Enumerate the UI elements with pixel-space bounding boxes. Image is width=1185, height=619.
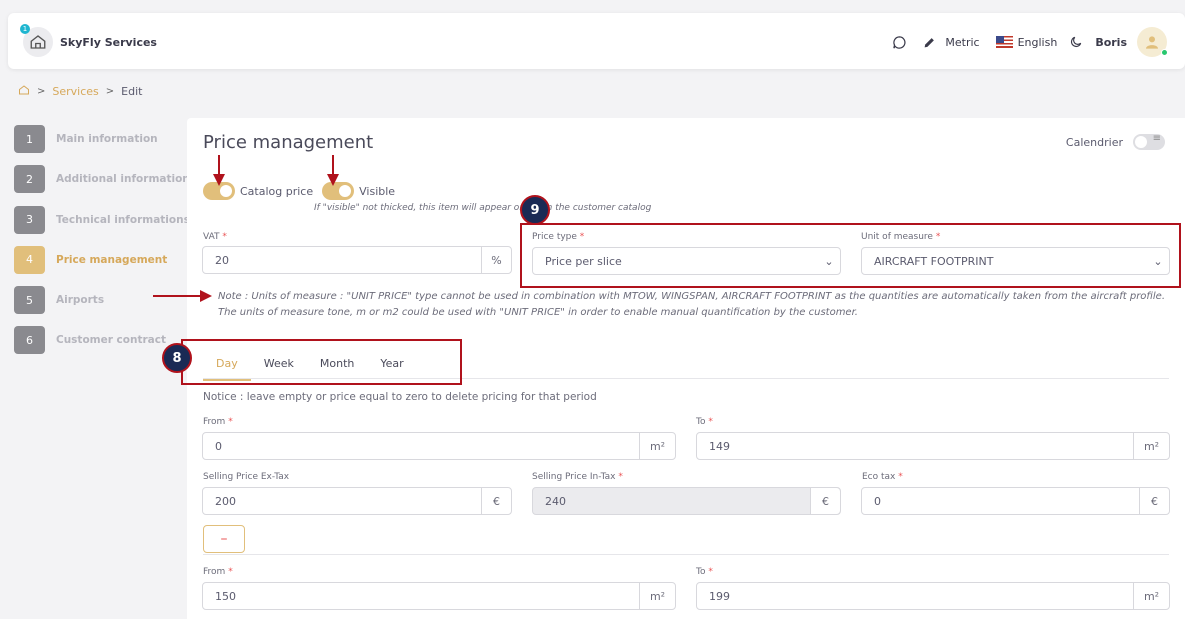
from-label: From * <box>203 417 233 427</box>
step-number: 4 <box>14 245 45 274</box>
eco-tax-field[interactable]: 0 € <box>861 487 1170 515</box>
selling-price-in-tax-value: 240 <box>545 494 566 508</box>
annotation-badge-price-type: 9 <box>520 195 550 225</box>
currency-unit: € <box>810 488 840 514</box>
catalog-price-label: Catalog price <box>240 184 314 198</box>
pricing-notice: Notice : leave empty or price equal to z… <box>203 391 597 403</box>
to-label: To * <box>696 417 713 427</box>
step-price-management[interactable]: 4 Price management <box>14 245 190 275</box>
price-switches: Catalog price Visible <box>203 182 395 200</box>
percent-unit: % <box>481 247 511 273</box>
pencil-icon <box>925 37 935 47</box>
step-airports[interactable]: 5 Airports <box>14 285 190 315</box>
selling-price-ex-tax-field[interactable]: 200 € <box>202 487 512 515</box>
vat-label: VAT * <box>203 232 227 242</box>
area-unit: m² <box>639 583 675 609</box>
to-label-text: To <box>696 567 706 577</box>
eco-tax-label: Eco tax * <box>862 472 903 482</box>
top-bar: 1 SkyFly Services Metric English Boris <box>8 13 1185 69</box>
step-number: 1 <box>14 125 45 153</box>
step-label: Main information <box>56 133 158 145</box>
from-label-text: From <box>203 567 226 577</box>
from-label-text: From <box>203 417 226 427</box>
annotation-box-tabs <box>181 339 462 385</box>
from-field[interactable]: 0 m² <box>202 432 676 460</box>
online-status-dot <box>1161 49 1168 56</box>
step-label: Price management <box>56 253 168 266</box>
currency-unit: € <box>481 488 511 514</box>
step-label: Airports <box>56 294 105 307</box>
eco-tax-value: 0 <box>874 494 881 508</box>
step-number: 5 <box>14 286 45 315</box>
selling-price-in-tax-label: Selling Price In-Tax * <box>532 472 623 482</box>
area-unit: m² <box>1133 583 1169 609</box>
remove-slice-button[interactable]: – <box>203 525 245 553</box>
visible-toggle[interactable] <box>322 182 355 200</box>
units-note: Note : Units of measure : "UNIT PRICE" t… <box>218 291 1165 318</box>
area-unit: m² <box>639 433 675 459</box>
chevron-right-icon: > <box>105 86 115 97</box>
language-selector[interactable]: English <box>995 35 1058 49</box>
vat-label-text: VAT <box>203 232 220 242</box>
top-right-controls: Metric English Boris <box>876 27 1168 57</box>
from-field[interactable]: 150 m² <box>202 582 676 610</box>
breadcrumb: > Services > Edit <box>18 84 142 99</box>
step-label: Additional information <box>56 173 190 186</box>
selling-price-in-tax-label-text: Selling Price In-Tax <box>532 472 616 482</box>
to-value: 199 <box>709 589 730 603</box>
visible-label: Visible <box>359 184 396 198</box>
to-value: 149 <box>709 439 730 453</box>
page-title: Price management <box>203 132 374 153</box>
calendar-toggle-group: Calendrier <box>1065 133 1165 150</box>
catalog-price-toggle[interactable] <box>203 182 235 200</box>
selling-price-ex-tax-label: Selling Price Ex-Tax <box>203 472 290 482</box>
breadcrumb-current: Edit <box>121 85 143 98</box>
step-number: 2 <box>14 165 45 194</box>
to-label: To * <box>696 567 713 577</box>
step-label: Technical informations <box>56 213 190 226</box>
from-label: From * <box>203 567 233 577</box>
step-label: Customer contract <box>56 334 166 347</box>
step-number: 6 <box>14 326 45 355</box>
chevron-right-icon: > <box>37 86 46 97</box>
from-value: 0 <box>215 439 222 453</box>
avatar[interactable] <box>1137 27 1168 57</box>
us-flag-icon <box>995 36 1013 48</box>
steps-nav: 1 Main information 2 Additional informat… <box>14 124 190 366</box>
notification-badge: 1 <box>20 24 30 34</box>
vat-field[interactable]: 20 % <box>202 246 512 274</box>
moon-icon[interactable] <box>1069 35 1083 49</box>
currency-unit: € <box>1139 488 1169 514</box>
area-unit: m² <box>1133 433 1169 459</box>
eco-tax-label-text: Eco tax <box>862 472 896 482</box>
user-name[interactable]: Boris <box>1095 36 1127 49</box>
annotation-badge-tabs: 8 <box>162 343 192 373</box>
step-main-information[interactable]: 1 Main information <box>14 124 190 154</box>
app-name: SkyFly Services <box>60 35 157 49</box>
step-number: 3 <box>14 205 45 234</box>
slice-divider <box>203 554 1169 555</box>
language-label: English <box>1017 35 1058 49</box>
to-label-text: To <box>696 417 706 427</box>
annotation-box-price-type <box>520 223 1181 288</box>
breadcrumb-home-icon[interactable] <box>18 84 30 99</box>
calendar-label: Calendrier <box>1065 135 1123 149</box>
brand[interactable]: 1 SkyFly Services <box>20 24 157 57</box>
chat-icon[interactable] <box>892 35 907 50</box>
selling-price-in-tax-field: 240 € <box>532 487 841 515</box>
home-logo-icon[interactable]: 1 <box>20 24 53 57</box>
breadcrumb-services[interactable]: Services <box>52 85 98 98</box>
vat-value: 20 <box>215 253 229 267</box>
to-field[interactable]: 199 m² <box>696 582 1170 610</box>
to-field[interactable]: 149 m² <box>696 432 1170 460</box>
unit-system-toggle[interactable]: Metric <box>923 35 980 49</box>
selling-price-ex-tax-value: 200 <box>215 494 236 508</box>
calendar-toggle[interactable] <box>1133 133 1165 150</box>
user-icon <box>1146 36 1158 49</box>
visible-hint: If "visible" not thicked, this item will… <box>314 203 652 213</box>
step-additional-information[interactable]: 2 Additional information <box>14 164 190 194</box>
from-value: 150 <box>215 589 236 603</box>
unit-system-label: Metric <box>945 35 980 49</box>
step-technical-informations[interactable]: 3 Technical informations <box>14 205 190 235</box>
